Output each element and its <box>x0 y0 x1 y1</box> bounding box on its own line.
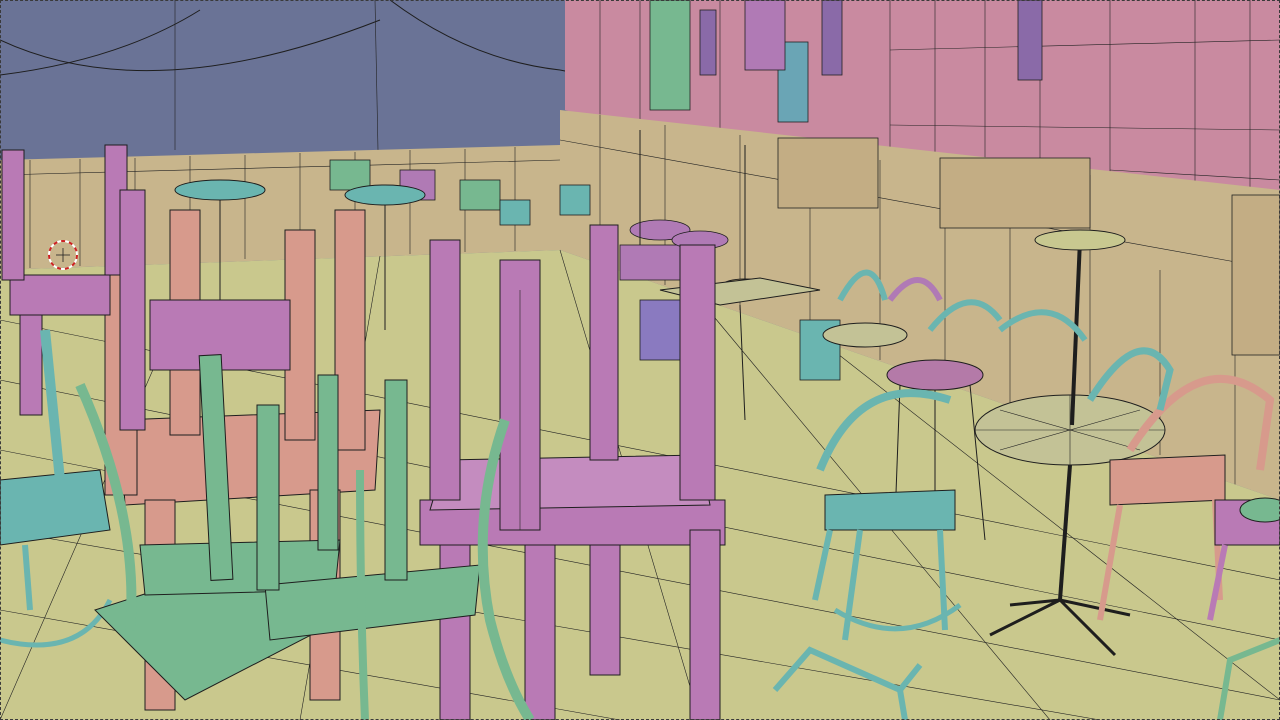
stool-top <box>886 359 984 391</box>
scene-render <box>0 0 1280 720</box>
3d-cursor-icon[interactable] <box>46 238 80 272</box>
3d-viewport[interactable] <box>0 0 1280 720</box>
